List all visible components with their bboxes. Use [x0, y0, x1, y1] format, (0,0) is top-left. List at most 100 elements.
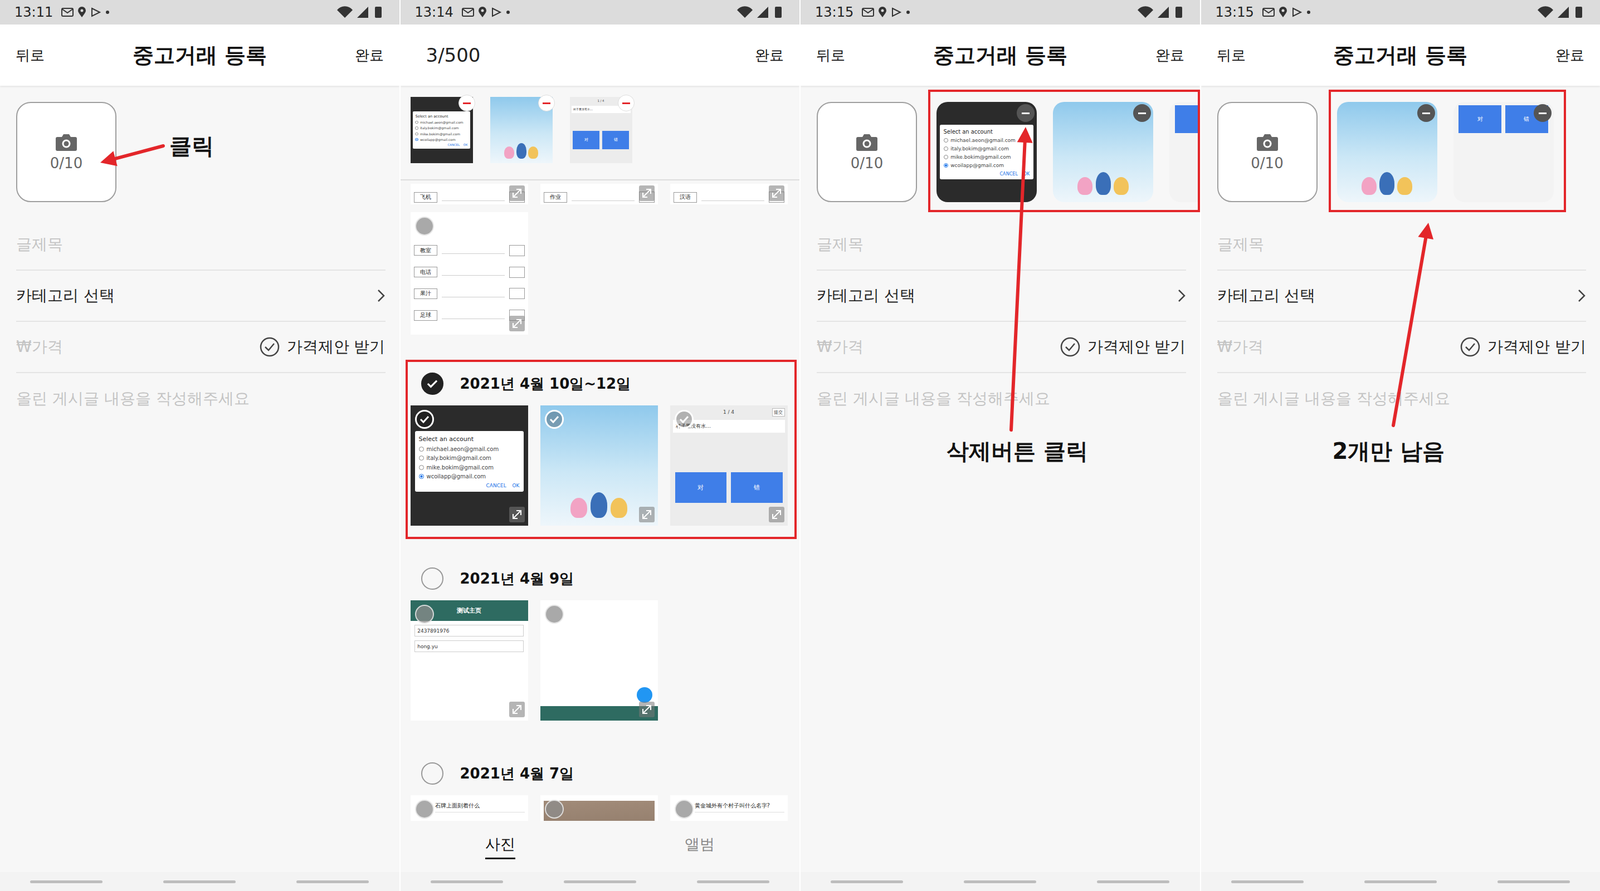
- nav-button[interactable]: [163, 880, 236, 884]
- back-button[interactable]: 뒤로: [15, 45, 45, 66]
- category-select[interactable]: 카테고리 선택: [16, 270, 386, 323]
- remove-icon[interactable]: [1016, 104, 1035, 123]
- attached-photo[interactable]: Select an account michael.aeon@gmail.com…: [936, 101, 1037, 203]
- photo[interactable]: [540, 405, 658, 526]
- nav-button[interactable]: [296, 880, 369, 884]
- select-icon[interactable]: [674, 800, 694, 819]
- nav-button[interactable]: [830, 880, 904, 884]
- photo[interactable]: [540, 600, 658, 721]
- nav-button[interactable]: [696, 880, 770, 884]
- back-button[interactable]: 뒤로: [816, 45, 846, 66]
- remove-icon[interactable]: [1417, 104, 1436, 123]
- add-photo-button[interactable]: 0/10: [16, 101, 117, 203]
- nav-button[interactable]: [1096, 880, 1170, 884]
- selected-photo[interactable]: [490, 96, 553, 164]
- done-button[interactable]: 완료: [1555, 45, 1585, 66]
- account-option: wcoilapp@gmail.com: [943, 162, 1031, 169]
- select-icon[interactable]: [415, 410, 434, 429]
- price-offer-toggle[interactable]: 가격제안 받기: [1459, 336, 1587, 358]
- selected-photo[interactable]: Select an account michael.aeon@gmail.com…: [410, 96, 473, 164]
- price-field[interactable]: ₩가격 가격제안 받기: [1217, 322, 1587, 374]
- content-field[interactable]: 올린 게시글 내용을 작성해주세요: [816, 373, 1187, 425]
- select-icon[interactable]: [544, 410, 564, 429]
- group-check-icon[interactable]: [421, 567, 444, 590]
- price-field[interactable]: ₩가격 가격제안 받기: [816, 322, 1187, 374]
- radio-icon: [415, 120, 418, 124]
- photo[interactable]: 测试主页 2437891976hong.yu: [410, 600, 529, 721]
- character-shape: [570, 498, 588, 519]
- done-button[interactable]: 완료: [354, 45, 384, 66]
- add-photo-button[interactable]: 0/10: [1217, 101, 1318, 203]
- price-field[interactable]: ₩가격 가격제안 받기: [16, 322, 386, 374]
- done-button[interactable]: 완료: [1155, 45, 1185, 66]
- expand-icon[interactable]: [509, 185, 525, 202]
- nav-button[interactable]: [1231, 880, 1304, 884]
- photo[interactable]: [540, 795, 658, 822]
- expand-icon[interactable]: [509, 315, 525, 332]
- select-icon[interactable]: [415, 605, 434, 624]
- price-offer-toggle[interactable]: 가격제안 받기: [259, 336, 386, 358]
- nav-button[interactable]: [430, 880, 504, 884]
- tab[interactable]: 앨범: [600, 834, 800, 860]
- remove-icon[interactable]: [1533, 104, 1552, 123]
- nav-button[interactable]: [563, 880, 637, 884]
- remove-icon[interactable]: [1133, 104, 1151, 123]
- attached-photo[interactable]: [1169, 101, 1200, 203]
- group-check-icon[interactable]: [421, 762, 444, 785]
- photo[interactable]: 教室 电话 果汁 足球: [410, 212, 529, 335]
- photo[interactable]: 黄金城外有个村子叫什么名字?: [670, 795, 788, 822]
- nav-button[interactable]: [1364, 880, 1437, 884]
- select-icon[interactable]: [674, 410, 694, 429]
- word-box: [509, 266, 525, 278]
- add-photo-button[interactable]: 0/10: [816, 101, 917, 203]
- category-select[interactable]: 카테고리 선택: [1217, 270, 1587, 323]
- character-shape: [1077, 177, 1093, 195]
- select-icon[interactable]: [415, 800, 434, 819]
- expand-icon[interactable]: [768, 185, 785, 202]
- expand-icon[interactable]: [768, 506, 785, 523]
- content-field[interactable]: 올린 게시글 내용을 작성해주세요: [1217, 373, 1587, 425]
- content-field[interactable]: 올린 게시글 내용을 작성해주세요: [16, 373, 386, 425]
- photo[interactable]: 石牌上面刻着什么: [410, 795, 529, 822]
- photo[interactable]: Select an account michael.aeon@gmail.com…: [410, 405, 529, 526]
- expand-icon[interactable]: [638, 506, 655, 523]
- expand-icon[interactable]: [509, 506, 525, 523]
- group-header[interactable]: 2021년 4월 10일~12일: [407, 362, 795, 406]
- expand-icon[interactable]: [509, 701, 525, 718]
- nav-button[interactable]: [1497, 880, 1570, 884]
- expand-icon[interactable]: [638, 185, 655, 202]
- select-icon[interactable]: [415, 216, 434, 236]
- remove-icon[interactable]: [617, 94, 635, 112]
- selected-strip: Select an account michael.aeon@gmail.com…: [400, 85, 800, 164]
- select-icon[interactable]: [544, 605, 564, 624]
- tab[interactable]: 사진: [400, 834, 600, 860]
- camera-icon: [1256, 132, 1279, 152]
- photo[interactable]: 1 / 4 提交 村子里没有水… 对错: [670, 405, 788, 526]
- title-field[interactable]: 글제목: [1217, 219, 1587, 271]
- selected-photo[interactable]: 1 / 4 提交 村子里没有水… 对错: [569, 96, 633, 164]
- title-field[interactable]: 글제목: [16, 219, 386, 271]
- category-select[interactable]: 카테고리 선택: [816, 270, 1187, 323]
- nav-button[interactable]: [30, 880, 103, 884]
- expand-icon[interactable]: [638, 701, 655, 718]
- group-check-icon[interactable]: [421, 372, 444, 395]
- radio-icon: [943, 163, 949, 168]
- nav-button[interactable]: [963, 880, 1037, 884]
- price-offer-toggle[interactable]: 가격제안 받기: [1059, 336, 1187, 358]
- photo[interactable]: 飞机: [410, 183, 529, 205]
- remove-icon[interactable]: [458, 94, 476, 112]
- done-button[interactable]: 완료: [754, 45, 784, 66]
- select-icon[interactable]: [544, 800, 564, 819]
- attached-photo[interactable]: 对错: [1453, 101, 1554, 203]
- group-header[interactable]: 2021년 4월 9일: [407, 557, 795, 601]
- remove-icon[interactable]: [538, 94, 555, 112]
- word-line: [441, 193, 505, 202]
- group-header[interactable]: 2021년 4월 7일: [407, 752, 795, 796]
- photo[interactable]: 作业: [540, 183, 658, 205]
- back-button[interactable]: 뒤로: [1216, 45, 1246, 66]
- attached-photo[interactable]: [1337, 101, 1438, 203]
- attached-photo[interactable]: [1052, 101, 1154, 203]
- quiz-answer: 对: [572, 130, 600, 150]
- title-field[interactable]: 글제목: [816, 219, 1187, 271]
- photo[interactable]: 汉语: [670, 183, 788, 205]
